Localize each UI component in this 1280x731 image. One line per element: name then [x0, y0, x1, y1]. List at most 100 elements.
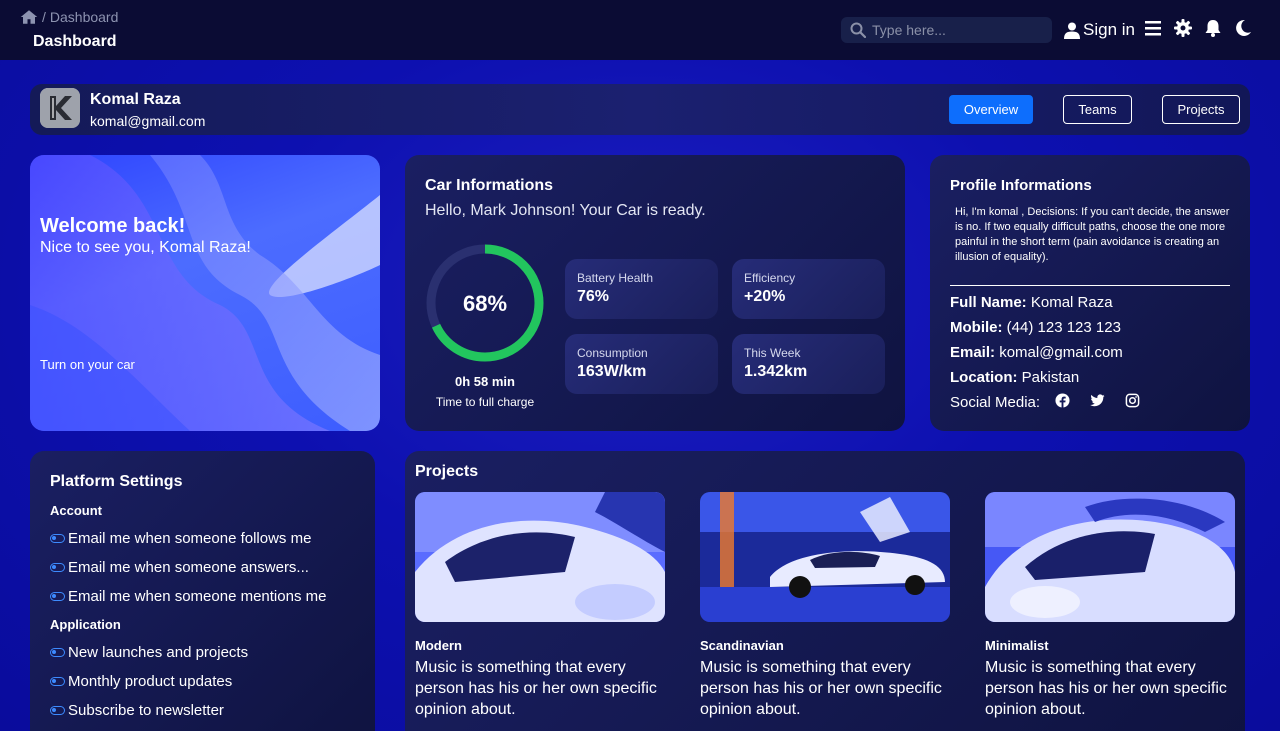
avatar-logo-icon: [40, 88, 80, 128]
settings-section-application: Application: [50, 617, 121, 632]
setting-answers[interactable]: Email me when someone answers...: [50, 559, 309, 576]
breadcrumb: / Dashboard: [20, 9, 118, 25]
stat-label: Efficiency: [744, 271, 796, 285]
search-box[interactable]: [841, 17, 1052, 43]
project-description: Music is something that every person has…: [700, 659, 942, 718]
tab-overview[interactable]: Overview: [949, 95, 1033, 124]
projects-card: Projects Modern Music is something that …: [405, 451, 1245, 731]
breadcrumb-separator: /: [42, 9, 46, 25]
project-category: Modern: [415, 638, 462, 653]
project-description: Music is something that every person has…: [415, 659, 657, 718]
instagram-icon[interactable]: [1125, 393, 1140, 408]
turn-on-car-link[interactable]: Turn on your car: [40, 357, 135, 372]
abstract-wave-background: [30, 155, 380, 431]
profile-location-row: Location: Pakistan: [950, 369, 1079, 386]
profile-social-row: Social Media:: [950, 394, 1040, 411]
car-info-title: Car Informations: [425, 177, 554, 194]
profile-mobile-row: Mobile: (44) 123 123 123: [950, 319, 1121, 336]
profile-bio: Hi, I'm komal , Decisions: If you can't …: [955, 206, 1230, 263]
setting-label: New launches and projects: [68, 644, 249, 661]
charge-percent: 68%: [462, 291, 508, 316]
menu-icon[interactable]: [1144, 19, 1162, 37]
avatar: [40, 88, 80, 128]
profile-header: Komal Raza komal@gmail.com Overview Team…: [30, 84, 1250, 135]
settings-section-account: Account: [50, 503, 102, 518]
toggle-switch[interactable]: [50, 677, 65, 686]
settings-title: Platform Settings: [50, 473, 183, 490]
stat-value: 1.342km: [744, 363, 808, 380]
welcome-subtitle: Nice to see you, Komal Raza!: [40, 239, 251, 256]
setting-label: Monthly product updates: [68, 673, 233, 690]
breadcrumb-current: Dashboard: [49, 9, 119, 25]
setting-newsletter[interactable]: Subscribe to newsletter: [50, 702, 224, 719]
twitter-icon[interactable]: [1090, 393, 1105, 408]
profile-name: Komal Raza: [90, 91, 181, 108]
user-icon: [1064, 22, 1080, 39]
setting-label: Email me when someone mentions me: [68, 588, 327, 605]
moon-icon[interactable]: [1234, 19, 1252, 37]
full-name-value: Komal Raza: [1030, 294, 1113, 311]
stat-value: +20%: [744, 288, 786, 305]
car-info-card: Car Informations Hello, Mark Johnson! Yo…: [405, 155, 905, 431]
platform-settings-card: Platform Settings Account Email me when …: [30, 451, 375, 731]
mobile-value: (44) 123 123 123: [1006, 319, 1121, 336]
project-image[interactable]: [985, 492, 1235, 622]
project-category: Minimalist: [985, 638, 1049, 653]
top-navbar: / Dashboard Dashboard Sign in: [0, 0, 1280, 60]
welcome-title: Welcome back!: [40, 215, 186, 237]
search-input[interactable]: [872, 22, 1042, 38]
charge-time: 0h 58 min: [455, 374, 515, 389]
toggle-switch[interactable]: [50, 592, 65, 601]
social-label: Social Media:: [950, 394, 1041, 411]
toggle-switch[interactable]: [50, 563, 65, 572]
profile-info-title: Profile Informations: [950, 177, 1092, 194]
project-category: Scandinavian: [700, 638, 784, 653]
profile-fullname-row: Full Name: Komal Raza: [950, 294, 1113, 311]
project-image[interactable]: [700, 492, 950, 622]
location-label: Location:: [950, 369, 1018, 386]
sign-in-button[interactable]: Sign in: [1064, 20, 1135, 40]
setting-follows[interactable]: Email me when someone follows me: [50, 530, 311, 547]
project-item-modern[interactable]: Modern Music is something that every per…: [415, 492, 665, 720]
car-photo-image: [700, 492, 950, 622]
gear-icon[interactable]: [1174, 19, 1192, 37]
full-name-label: Full Name:: [950, 294, 1027, 311]
welcome-card: Welcome back! Nice to see you, Komal Raz…: [30, 155, 380, 431]
setting-label: Email me when someone answers...: [68, 559, 309, 576]
setting-launches[interactable]: New launches and projects: [50, 644, 248, 661]
tab-projects[interactable]: Projects: [1162, 95, 1240, 124]
page-title: Dashboard: [33, 33, 117, 50]
home-icon[interactable]: [20, 9, 38, 25]
stat-value: 76%: [577, 288, 610, 305]
stat-this-week: This Week 1.342km: [732, 334, 885, 394]
project-item-minimalist[interactable]: Minimalist Music is something that every…: [985, 492, 1235, 720]
tab-teams[interactable]: Teams: [1063, 95, 1132, 124]
stat-label: This Week: [744, 346, 801, 360]
stat-label: Battery Health: [577, 271, 654, 285]
social-icons: [1055, 393, 1140, 408]
profile-email: komal@gmail.com: [90, 113, 206, 129]
setting-label: Subscribe to newsletter: [68, 702, 224, 719]
stat-efficiency: Efficiency +20%: [732, 259, 885, 319]
car-info-subtitle: Hello, Mark Johnson! Your Car is ready.: [425, 202, 706, 219]
bell-icon[interactable]: [1204, 19, 1222, 37]
stat-consumption: Consumption 163W/km: [565, 334, 718, 394]
toggle-switch[interactable]: [50, 706, 65, 715]
setting-product-updates[interactable]: Monthly product updates: [50, 673, 232, 690]
car-photo-image: [985, 492, 1235, 622]
project-image[interactable]: [415, 492, 665, 622]
sign-in-label: Sign in: [1083, 20, 1135, 39]
search-icon: [850, 22, 866, 38]
stat-label: Consumption: [577, 346, 648, 360]
project-description: Music is something that every person has…: [985, 659, 1227, 718]
project-item-scandinavian[interactable]: Scandinavian Music is something that eve…: [700, 492, 950, 720]
car-photo-image: [415, 492, 665, 622]
toggle-switch[interactable]: [50, 534, 65, 543]
setting-mentions[interactable]: Email me when someone mentions me: [50, 588, 326, 605]
divider: [950, 285, 1230, 286]
location-value: Pakistan: [1021, 369, 1080, 386]
email-label: Email:: [950, 344, 996, 361]
toggle-switch[interactable]: [50, 648, 65, 657]
email-value: komal@gmail.com: [999, 344, 1123, 361]
facebook-icon[interactable]: [1055, 393, 1070, 408]
